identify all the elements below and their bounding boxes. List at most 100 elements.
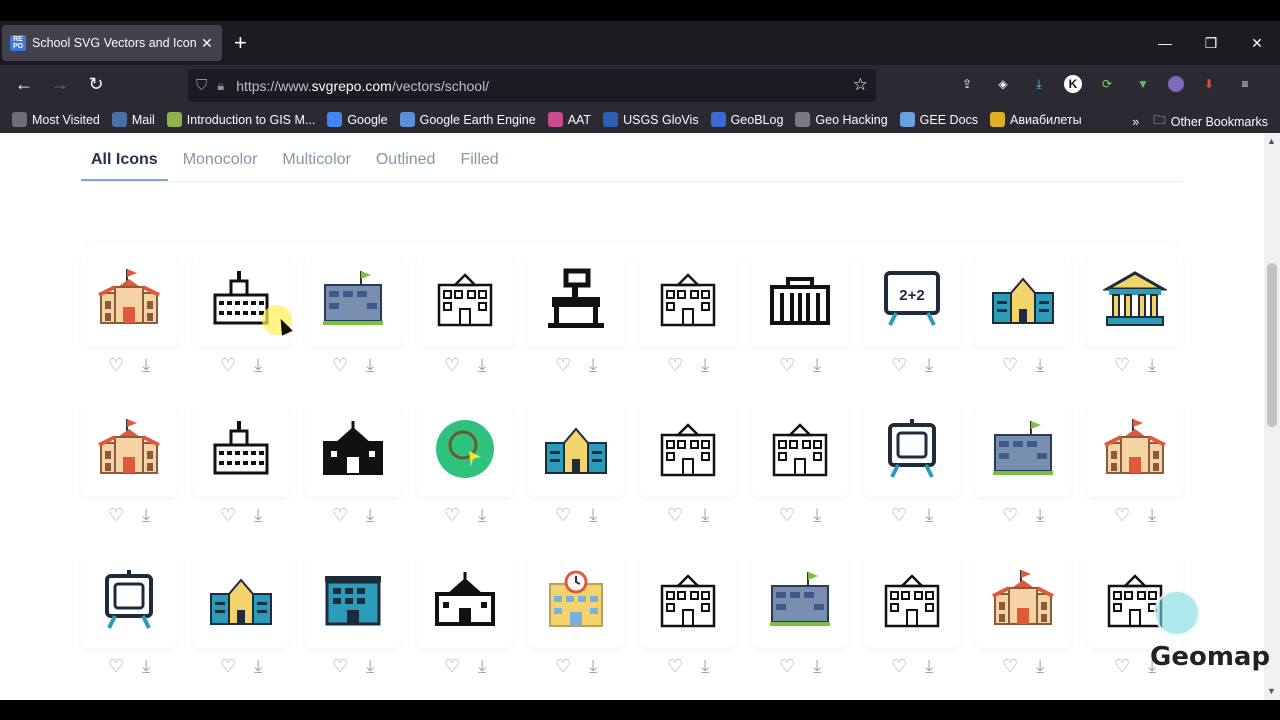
bookmark-item[interactable]: Geo Hacking bbox=[795, 112, 888, 127]
scroll-thumb[interactable] bbox=[1267, 263, 1277, 427]
privacy-extension-icon[interactable] bbox=[1168, 76, 1184, 92]
address-bar[interactable]: ⛉ 🔒︎ https://www.svgrepo.com/vectors/sch… bbox=[188, 69, 876, 102]
pocket-icon[interactable]: ◈ bbox=[992, 73, 1014, 95]
heart-icon[interactable]: ♡ bbox=[779, 656, 795, 680]
icon-card[interactable] bbox=[193, 556, 289, 648]
heart-icon[interactable]: ♡ bbox=[779, 505, 795, 529]
bookmark-item[interactable]: USGS GloVis bbox=[603, 112, 699, 127]
download-icon[interactable]: ⤓ bbox=[813, 355, 821, 379]
download-icon[interactable]: ⤓ bbox=[478, 355, 486, 379]
heart-icon[interactable]: ♡ bbox=[108, 355, 124, 379]
download-icon[interactable]: ⤓ bbox=[254, 355, 262, 379]
icon-card[interactable] bbox=[305, 556, 401, 648]
heart-icon[interactable]: ♡ bbox=[220, 656, 236, 680]
icon-card[interactable] bbox=[305, 405, 401, 497]
download-icon[interactable]: ⤓ bbox=[1036, 505, 1044, 529]
bookmark-item[interactable]: GeoBLog bbox=[710, 112, 783, 127]
heart-icon[interactable]: ♡ bbox=[444, 505, 460, 529]
download-icon[interactable]: ⤓ bbox=[701, 656, 709, 680]
download-icon[interactable]: ⤓ bbox=[142, 355, 150, 379]
icon-card[interactable] bbox=[1087, 255, 1183, 347]
tab-filled[interactable]: Filled bbox=[450, 133, 508, 181]
heart-icon[interactable]: ♡ bbox=[220, 505, 236, 529]
download-icon[interactable]: ⤓ bbox=[366, 505, 374, 529]
back-icon[interactable]: ← bbox=[12, 74, 36, 95]
icon-card[interactable] bbox=[752, 255, 848, 347]
heart-icon[interactable]: ♡ bbox=[332, 505, 348, 529]
heart-icon[interactable]: ♡ bbox=[891, 656, 907, 680]
icon-card[interactable] bbox=[81, 405, 177, 497]
icon-card[interactable] bbox=[81, 255, 177, 347]
download-icon[interactable]: ⤓ bbox=[1036, 656, 1044, 680]
download-icon[interactable]: ⤓ bbox=[813, 505, 821, 529]
shield-icon[interactable]: ⛉ bbox=[196, 77, 207, 94]
download-icon[interactable]: ⤓ bbox=[254, 505, 262, 529]
icon-card[interactable] bbox=[864, 556, 960, 648]
lock-icon[interactable]: 🔒︎ bbox=[217, 78, 224, 94]
download-icon[interactable]: ⤓ bbox=[142, 656, 150, 680]
k-extension-icon[interactable]: K bbox=[1064, 75, 1082, 93]
icon-card[interactable] bbox=[975, 405, 1071, 497]
download-icon[interactable]: ⤓ bbox=[478, 505, 486, 529]
bookmark-star-icon[interactable]: ☆ bbox=[853, 75, 868, 95]
icon-card[interactable] bbox=[417, 556, 513, 648]
download-icon[interactable]: ⤓ bbox=[1148, 355, 1156, 379]
heart-icon[interactable]: ♡ bbox=[667, 355, 683, 379]
heart-icon[interactable]: ♡ bbox=[1114, 505, 1130, 529]
heart-icon[interactable]: ♡ bbox=[332, 656, 348, 680]
icon-card[interactable] bbox=[417, 405, 513, 497]
notification-extension-icon[interactable]: ⬇ bbox=[1198, 73, 1220, 95]
other-bookmarks[interactable]: » 🗀 Other Bookmarks bbox=[1132, 111, 1268, 132]
heart-icon[interactable]: ♡ bbox=[108, 505, 124, 529]
icon-card[interactable] bbox=[864, 405, 960, 497]
scroll-up-icon[interactable]: ▲ bbox=[1267, 136, 1276, 146]
chevron-more-icon[interactable]: » bbox=[1132, 115, 1139, 129]
download-icon[interactable]: ⤓ bbox=[813, 656, 821, 680]
heart-icon[interactable]: ♡ bbox=[667, 505, 683, 529]
forward-icon[interactable]: → bbox=[48, 74, 72, 95]
heart-icon[interactable]: ♡ bbox=[1002, 505, 1018, 529]
download-icon[interactable]: ⤓ bbox=[478, 656, 486, 680]
icon-card[interactable] bbox=[975, 556, 1071, 648]
bookmark-item[interactable]: Introduction to GIS M... bbox=[166, 112, 315, 127]
heart-icon[interactable]: ♡ bbox=[667, 656, 683, 680]
url-text[interactable]: https://www.svgrepo.com/vectors/school/ bbox=[236, 78, 489, 94]
reload-icon[interactable]: ↻ bbox=[84, 74, 108, 95]
download-icon[interactable]: ⤓ bbox=[1036, 355, 1044, 379]
heart-icon[interactable]: ♡ bbox=[555, 656, 571, 680]
icon-card[interactable] bbox=[305, 255, 401, 347]
download-icon[interactable]: ⤓ bbox=[925, 355, 933, 379]
heart-icon[interactable]: ♡ bbox=[1114, 656, 1130, 680]
download-icon[interactable]: ⤓ bbox=[366, 656, 374, 680]
close-window-icon[interactable]: ✕ bbox=[1234, 35, 1280, 52]
minimize-icon[interactable]: — bbox=[1142, 35, 1188, 51]
tab-monocolor[interactable]: Monocolor bbox=[173, 133, 268, 181]
icon-card[interactable] bbox=[528, 255, 624, 347]
download-icon[interactable]: ⤓ bbox=[366, 355, 374, 379]
downloads-icon[interactable]: ⤓ bbox=[1028, 73, 1050, 95]
icon-card[interactable] bbox=[640, 556, 736, 648]
tab-svgrepo[interactable]: RE PO School SVG Vectors and Icons - ✕ bbox=[2, 25, 222, 61]
icon-card[interactable] bbox=[193, 405, 289, 497]
new-tab-icon[interactable]: + bbox=[234, 30, 247, 56]
heart-icon[interactable]: ♡ bbox=[220, 355, 236, 379]
restore-icon[interactable]: ❐ bbox=[1188, 35, 1234, 52]
icon-card[interactable] bbox=[640, 405, 736, 497]
download-icon[interactable]: ⤓ bbox=[1148, 505, 1156, 529]
bookmark-item[interactable]: GEE Docs bbox=[899, 112, 978, 127]
close-icon[interactable]: ✕ bbox=[201, 35, 213, 52]
extensions-icon[interactable]: ⇪ bbox=[956, 73, 978, 95]
bookmark-item[interactable]: Most Visited bbox=[12, 112, 100, 127]
icon-card[interactable] bbox=[528, 405, 624, 497]
heart-icon[interactable]: ♡ bbox=[444, 656, 460, 680]
bookmark-item[interactable]: Mail bbox=[111, 112, 155, 127]
icon-card[interactable] bbox=[752, 405, 848, 497]
tab-all-icons[interactable]: All Icons bbox=[81, 133, 168, 181]
bookmark-item[interactable]: Google Earth Engine bbox=[399, 112, 536, 127]
heart-icon[interactable]: ♡ bbox=[555, 355, 571, 379]
icon-card[interactable]: 2+2 bbox=[864, 255, 960, 347]
heart-icon[interactable]: ♡ bbox=[891, 505, 907, 529]
download-icon[interactable]: ⤓ bbox=[589, 355, 597, 379]
heart-icon[interactable]: ♡ bbox=[1114, 355, 1130, 379]
scroll-down-icon[interactable]: ▼ bbox=[1267, 686, 1276, 696]
